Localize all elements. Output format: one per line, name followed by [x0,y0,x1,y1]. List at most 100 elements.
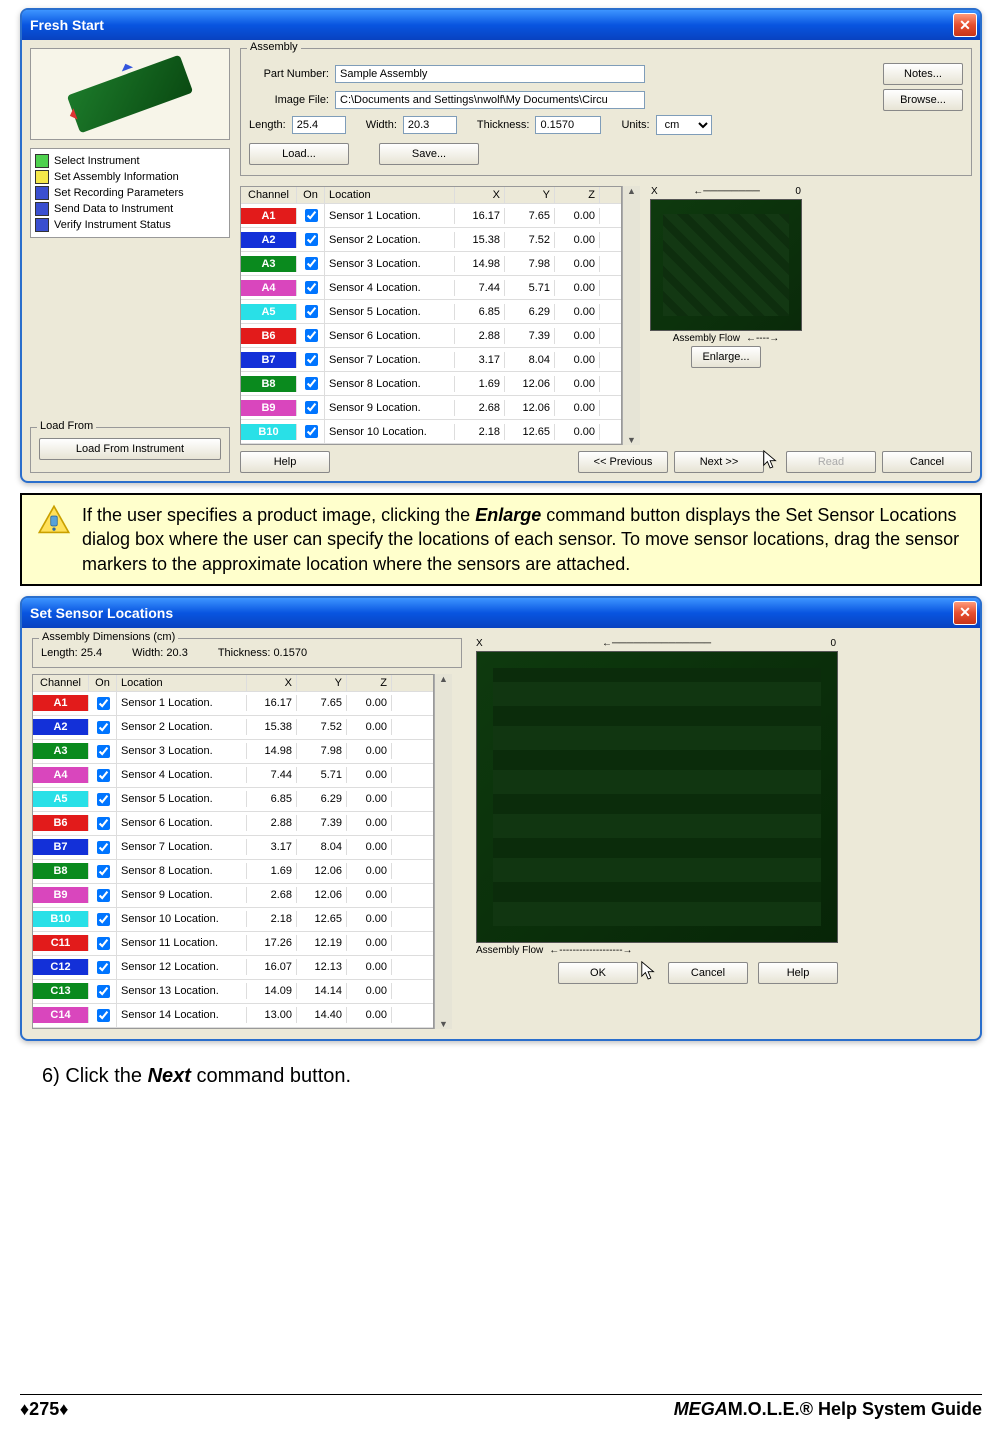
table-row[interactable]: B10Sensor 10 Location.2.1812.650.00 [33,908,433,932]
channel-on-checkbox[interactable] [305,257,318,270]
chevron-up-icon[interactable]: ▲ [439,674,448,684]
channel-on-checkbox[interactable] [97,745,110,758]
browse-button[interactable]: Browse... [883,89,963,111]
fresh-start-window: Fresh Start ✕ Select InstrumentSet Assem… [20,8,982,483]
tip-icon [36,503,72,539]
help-button[interactable]: Help [758,962,838,984]
cancel-button[interactable]: Cancel [882,451,972,473]
wizard-step: Send Data to Instrument [35,201,225,217]
table-row[interactable]: B10Sensor 10 Location.2.1812.650.00 [241,420,621,444]
table-row[interactable]: B7Sensor 7 Location.3.178.040.00 [33,836,433,860]
dimensions-group: Assembly Dimensions (cm) Length: 25.4 Wi… [32,638,462,668]
thickness-input[interactable] [535,116,601,134]
channel-on-checkbox[interactable] [97,937,110,950]
width-text: Width: 20.3 [132,647,188,659]
width-input[interactable] [403,116,457,134]
next-button[interactable]: Next >> [674,451,764,473]
table-row[interactable]: C13Sensor 13 Location.14.0914.140.00 [33,980,433,1004]
part-number-input[interactable] [335,65,645,83]
chevron-up-icon[interactable]: ▲ [627,186,636,196]
ok-button[interactable]: OK [558,962,638,984]
notes-button[interactable]: Notes... [883,63,963,85]
page-footer: ♦275♦ MEGAM.O.L.E.® Help System Guide [20,1394,982,1420]
table-row[interactable]: B9Sensor 9 Location.2.6812.060.00 [33,884,433,908]
titlebar: Set Sensor Locations ✕ [22,598,980,628]
info-callout: If the user specifies a product image, c… [20,493,982,586]
axis-zero: 0 [830,638,836,649]
channel-table: ChannelOnLocationXYZA1Sensor 1 Location.… [32,674,434,1029]
length-input[interactable] [292,116,346,134]
wizard-step: Verify Instrument Status [35,217,225,233]
load-button[interactable]: Load... [249,143,349,165]
table-row[interactable]: A5Sensor 5 Location.6.856.290.00 [241,300,621,324]
channel-on-checkbox[interactable] [97,889,110,902]
titlebar: Fresh Start ✕ [22,10,980,40]
channel-on-checkbox[interactable] [97,841,110,854]
scrollbar[interactable]: ▲▼ [434,674,452,1029]
channel-on-checkbox[interactable] [97,1009,110,1022]
chevron-down-icon[interactable]: ▼ [439,1019,448,1029]
wizard-step: Select Instrument [35,153,225,169]
table-row[interactable]: A3Sensor 3 Location.14.987.980.00 [241,252,621,276]
table-row[interactable]: B9Sensor 9 Location.2.6812.060.00 [241,396,621,420]
channel-table: ChannelOnLocationXYZA1Sensor 1 Location.… [240,186,622,445]
channel-on-checkbox[interactable] [97,985,110,998]
channel-on-checkbox[interactable] [97,961,110,974]
channel-on-checkbox[interactable] [305,209,318,222]
table-row[interactable]: C14Sensor 14 Location.13.0014.400.00 [33,1004,433,1028]
set-sensor-locations-window: Set Sensor Locations ✕ Assembly Dimensio… [20,596,982,1041]
channel-on-checkbox[interactable] [305,305,318,318]
table-row[interactable]: B6Sensor 6 Location.2.887.390.00 [241,324,621,348]
preview-panel: X←──────────────0 Assembly Flow←--------… [476,638,838,1029]
channel-on-checkbox[interactable] [305,425,318,438]
page-number: ♦275♦ [20,1399,68,1420]
table-row[interactable]: A2Sensor 2 Location.15.387.520.00 [33,716,433,740]
close-icon[interactable]: ✕ [953,13,977,37]
table-row[interactable]: C11Sensor 11 Location.17.2612.190.00 [33,932,433,956]
channel-on-checkbox[interactable] [97,721,110,734]
channel-on-checkbox[interactable] [305,329,318,342]
help-button[interactable]: Help [240,451,330,473]
enlarge-button[interactable]: Enlarge... [691,346,760,368]
image-file-label: Image File: [249,94,329,106]
channel-on-checkbox[interactable] [97,769,110,782]
table-row[interactable]: A1Sensor 1 Location.16.177.650.00 [241,204,621,228]
table-row[interactable]: A3Sensor 3 Location.14.987.980.00 [33,740,433,764]
save-button[interactable]: Save... [379,143,479,165]
channel-on-checkbox[interactable] [97,817,110,830]
table-row[interactable]: B6Sensor 6 Location.2.887.390.00 [33,812,433,836]
table-row[interactable]: A4Sensor 4 Location.7.445.710.00 [33,764,433,788]
close-icon[interactable]: ✕ [953,601,977,625]
channel-on-checkbox[interactable] [305,281,318,294]
units-select[interactable]: cm [656,115,712,135]
table-row[interactable]: A5Sensor 5 Location.6.856.290.00 [33,788,433,812]
channel-on-checkbox[interactable] [97,793,110,806]
table-row[interactable]: C12Sensor 12 Location.16.0712.130.00 [33,956,433,980]
table-row[interactable]: A2Sensor 2 Location.15.387.520.00 [241,228,621,252]
table-row[interactable]: A1Sensor 1 Location.16.177.650.00 [33,692,433,716]
image-file-input[interactable] [335,91,645,109]
axis-x: X [476,638,483,649]
channel-on-checkbox[interactable] [305,353,318,366]
preview-panel: X←────────0 Assembly Flow←----→ Enlarge.… [650,186,802,445]
load-from-instrument-button[interactable]: Load From Instrument [39,438,221,460]
previous-button[interactable]: << Previous [578,451,668,473]
channel-on-checkbox[interactable] [305,377,318,390]
step-6: 6) Click the Next command button. [42,1065,972,1088]
channel-on-checkbox[interactable] [305,233,318,246]
table-row[interactable]: B8Sensor 8 Location.1.6912.060.00 [241,372,621,396]
units-label: Units: [621,119,649,131]
channel-on-checkbox[interactable] [97,697,110,710]
cancel-button[interactable]: Cancel [668,962,748,984]
table-row[interactable]: B8Sensor 8 Location.1.6912.060.00 [33,860,433,884]
axis-zero: 0 [795,186,801,197]
table-row[interactable]: B7Sensor 7 Location.3.178.040.00 [241,348,621,372]
channel-on-checkbox[interactable] [305,401,318,414]
channel-on-checkbox[interactable] [97,865,110,878]
dimensions-legend: Assembly Dimensions (cm) [39,631,178,643]
pcb-preview-large[interactable] [476,651,838,943]
chevron-down-icon[interactable]: ▼ [627,435,636,445]
scrollbar[interactable]: ▲▼ [622,186,640,445]
channel-on-checkbox[interactable] [97,913,110,926]
table-row[interactable]: A4Sensor 4 Location.7.445.710.00 [241,276,621,300]
